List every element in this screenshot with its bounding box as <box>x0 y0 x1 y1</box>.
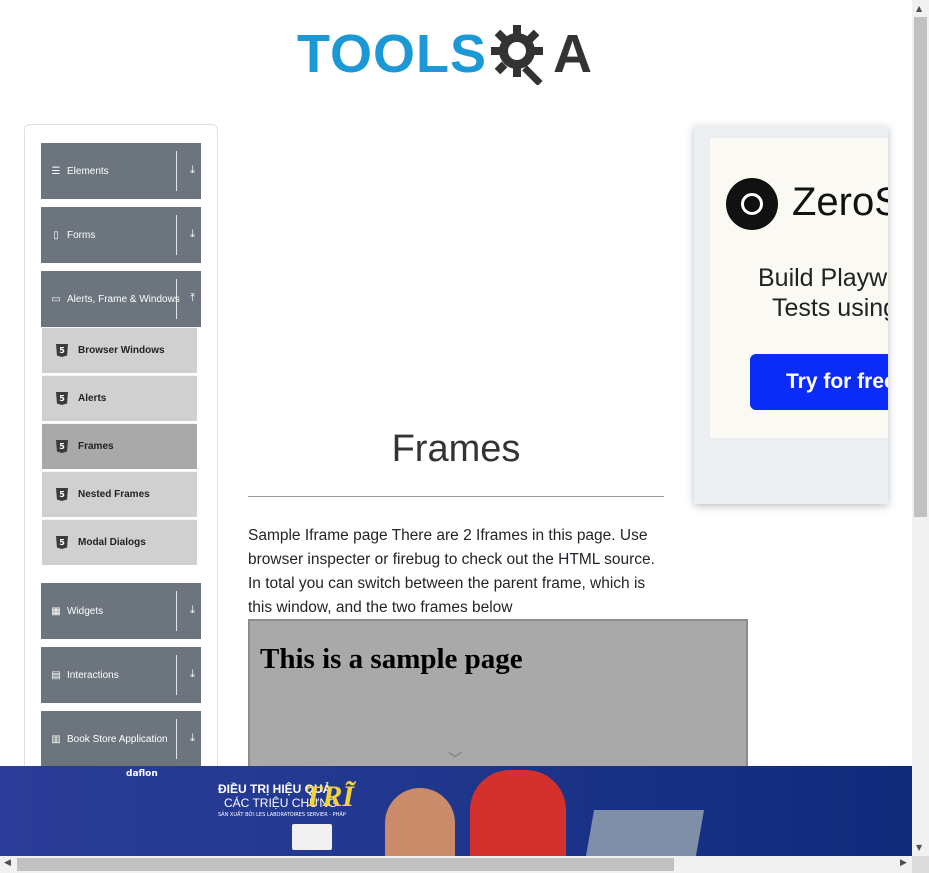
interactions-icon: ▤ <box>51 669 61 681</box>
divider <box>176 591 177 631</box>
sidebar-item-label: Modal Dialogs <box>78 537 146 548</box>
product-pack-image <box>292 824 332 850</box>
ad-zerostep[interactable]: ZeroS Build Playwr Tests using Try for f… <box>694 126 888 504</box>
divider <box>176 151 177 191</box>
ad-line-2: Tests using <box>772 294 888 322</box>
title-divider <box>248 496 664 497</box>
divider <box>176 215 177 255</box>
expand-arrow-icon[interactable]: ⤓ <box>190 731 195 745</box>
expand-arrow-icon[interactable]: ⤓ <box>190 667 195 681</box>
scroll-up-arrow-icon[interactable]: ▲ <box>916 4 922 13</box>
divider <box>176 719 177 759</box>
ad-line-1: Build Playwr <box>758 264 888 292</box>
bottom-banner-ad[interactable]: daflon ĐIỀU TRỊ HIỆU QUẢ CÁC TRIỆU CHỨNG… <box>0 766 912 856</box>
ad-brand: ZeroS <box>792 180 888 224</box>
bookstore-icon: ▥ <box>51 733 61 745</box>
expand-arrow-icon[interactable]: ⤓ <box>190 227 195 241</box>
vertical-scrollbar[interactable]: ▲ ▼ <box>912 0 929 856</box>
sidebar-item-modal-dialogs[interactable]: 5 Modal Dialogs <box>42 519 197 565</box>
html5-icon: 5 <box>56 536 68 549</box>
sidebar-item-alerts[interactable]: 5 Alerts <box>42 375 197 421</box>
banner-line-3: TRĨ <box>304 780 355 813</box>
ad-card: ZeroS Build Playwr Tests using Try for f… <box>710 138 888 438</box>
window-icon: ▭ <box>51 293 61 305</box>
sidebar-item-nested-frames[interactable]: 5 Nested Frames <box>42 471 197 517</box>
sidebar-group-interactions[interactable]: ▤ Interactions ⤓ <box>41 647 201 703</box>
expand-arrow-icon[interactable]: ⤓ <box>190 603 195 617</box>
sidebar-group-label: Elements <box>67 165 109 177</box>
expand-arrow-icon[interactable]: ⤓ <box>190 163 195 177</box>
collapse-arrow-icon[interactable]: ⤒ <box>190 291 195 305</box>
html5-icon: 5 <box>56 344 68 357</box>
sidebar-group-label: Interactions <box>67 669 119 681</box>
sidebar-group-widgets[interactable]: ▦ Widgets ⤓ <box>41 583 201 639</box>
gear-magnifier-icon <box>491 25 544 85</box>
sidebar-item-frames[interactable]: 5 Frames <box>42 423 197 469</box>
sidebar-group-forms[interactable]: ▯ Forms ⤓ <box>41 207 201 263</box>
sidebar-group-label: Forms <box>67 229 96 241</box>
grid-icon: ▦ <box>51 605 61 617</box>
scroll-right-arrow-icon[interactable]: ▶ <box>900 858 907 868</box>
scroll-left-arrow-icon[interactable]: ◀ <box>4 858 11 868</box>
sidebar-item-browser-windows[interactable]: 5 Browser Windows <box>42 327 197 373</box>
page-title: Frames <box>391 428 521 470</box>
sidebar-item-label: Frames <box>78 441 114 452</box>
horizontal-scroll-thumb[interactable] <box>17 858 674 871</box>
horizontal-scrollbar[interactable]: ◀ ▶ <box>0 856 912 873</box>
page-description: Sample Iframe page There are 2 Iframes i… <box>248 527 655 616</box>
html5-icon: 5 <box>56 440 68 453</box>
sidebar-group-alerts-frame-windows[interactable]: ▭ Alerts, Frame & Windows ⤒ <box>41 271 201 327</box>
sidebar-item-label: Alerts <box>78 393 107 404</box>
divider <box>176 279 177 319</box>
zerostep-logo-icon <box>726 178 778 230</box>
sidebar-group-label: Book Store Application <box>67 733 168 745</box>
sidebar-item-label: Nested Frames <box>78 489 150 500</box>
sidebar: ☰ Elements ⤓ ▯ Forms ⤓ ▭ Alerts, Frame &… <box>24 124 218 786</box>
divider <box>176 655 177 695</box>
logo-text-a: A <box>553 24 593 84</box>
sidebar-group-label: Alerts, Frame & Windows <box>67 293 180 305</box>
scroll-down-arrow-icon[interactable]: ▼ <box>916 843 922 852</box>
iframe-heading: This is a sample page <box>260 643 523 675</box>
vertical-scroll-thumb[interactable] <box>914 17 927 517</box>
form-icon: ▯ <box>53 229 59 241</box>
laptop-image <box>585 810 705 856</box>
ad-try-button[interactable]: Try for free <box>750 354 888 410</box>
toolsqa-logo[interactable]: TOOLS A <box>297 18 592 90</box>
sample-iframe[interactable]: This is a sample page ﹀ <box>248 619 748 781</box>
sidebar-group-label: Widgets <box>67 605 104 617</box>
sidebar-item-label: Browser Windows <box>78 345 165 356</box>
banner-line-4: SẢN XUẤT BỞI LES LABORATOIRES SERVIER - … <box>218 812 346 818</box>
sidebar-group-elements[interactable]: ☰ Elements ⤓ <box>41 143 201 199</box>
html5-icon: 5 <box>56 392 68 405</box>
scrollbar-corner <box>912 856 929 873</box>
person-image <box>470 770 566 856</box>
hamburger-icon: ☰ <box>51 165 61 177</box>
html5-icon: 5 <box>56 488 68 501</box>
logo-text-tools: TOOLS <box>297 24 488 84</box>
person-image <box>385 788 455 856</box>
sidebar-group-book-store[interactable]: ▥ Book Store Application ⤓ <box>41 711 201 767</box>
banner-brand: daflon <box>126 769 158 779</box>
